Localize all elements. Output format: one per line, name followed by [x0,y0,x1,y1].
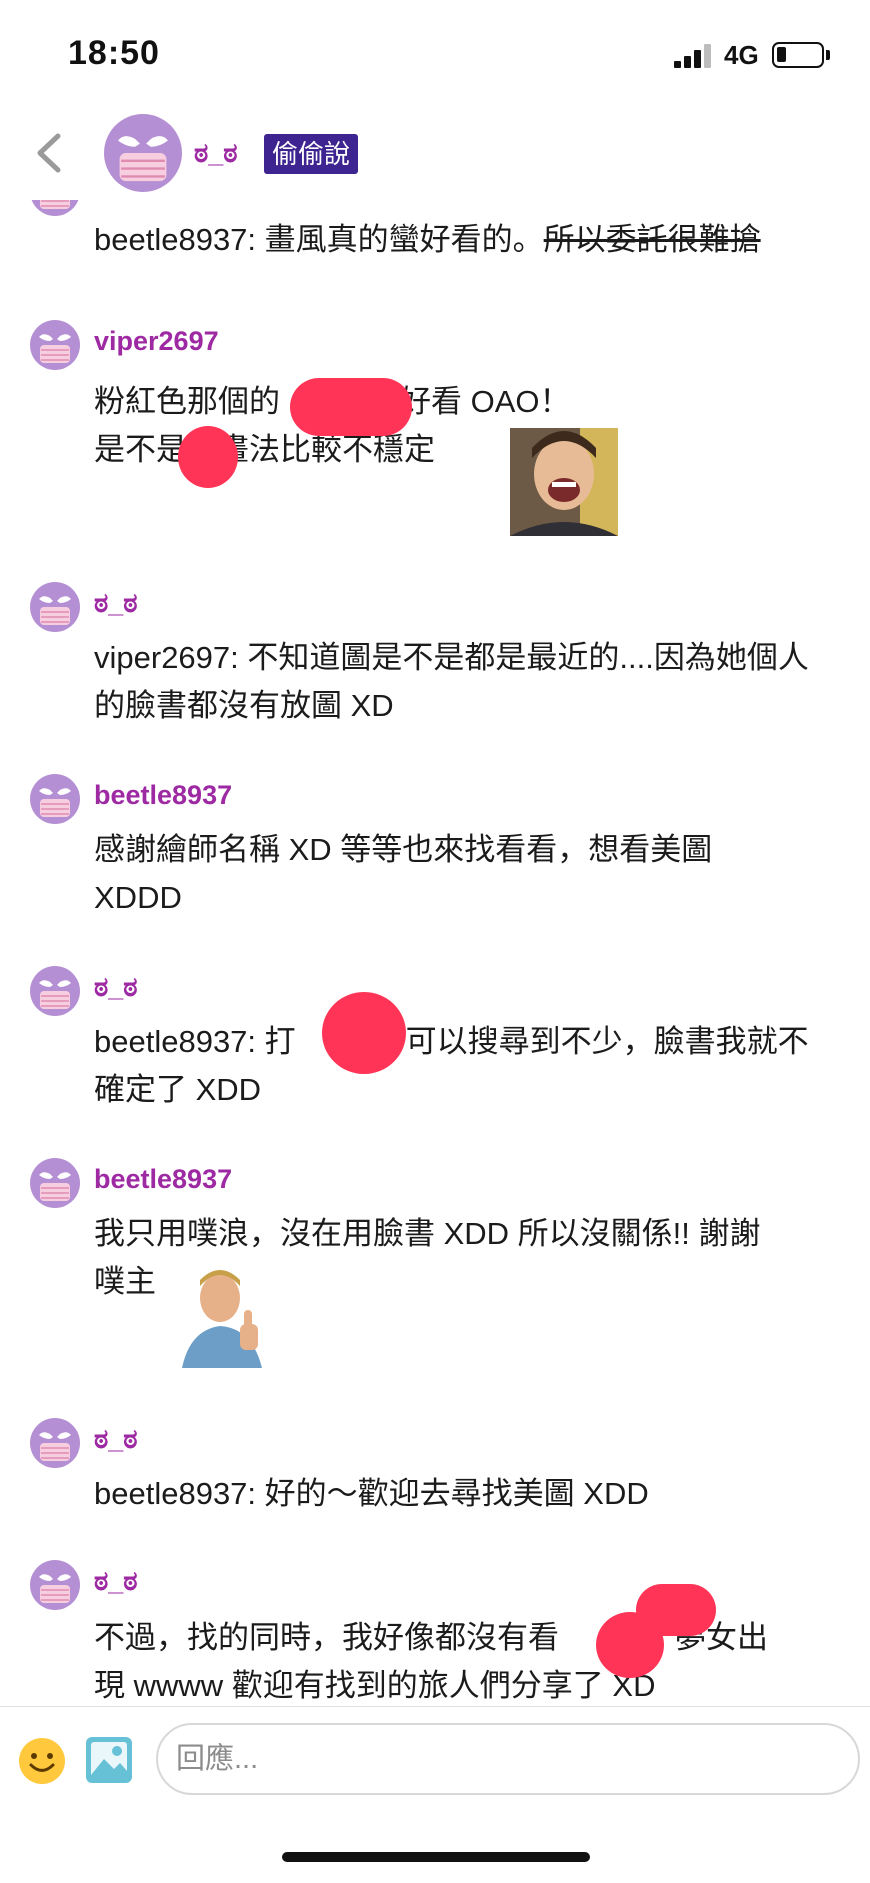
battery-icon [772,42,824,68]
message-text-plain: beetle8937: 畫風真的蠻好看的。 [94,222,544,257]
masked-face-icon[interactable] [30,582,80,632]
message-text-segment: 不過，找的同時，我好像都沒有看 [94,1620,559,1655]
back-button[interactable] [28,128,68,178]
battery-tip [826,50,830,60]
message-text: beetle8937: 好的～歡迎去尋找美圖 XDD [94,1476,649,1511]
message-text-segment: beetle8937: 打 [94,1024,296,1059]
thumbs-up-sticker[interactable] [176,1264,272,1368]
chat-header: ಠ_ಠ 偷偷說 [0,100,870,200]
laughing-man-sticker[interactable] [510,428,618,536]
message-text-line: 不過，找的同時，我好像都沒有看 夢女出 [94,1614,834,1662]
message-author[interactable]: beetle8937 [94,1164,232,1195]
chat-message: ಠ_ಠ beetle8937: 打 可以搜尋到不少，臉書我就不 確定了 XDD [0,966,870,1107]
message-text-line: 粉紅色那個的 好看 OAO！ [94,378,834,426]
chat-list[interactable]: ಠ_ಠ beetle8937: 畫風真的蠻好看的。所以委託很難搶 viper26… [0,192,870,1706]
masked-face-icon[interactable] [30,966,80,1016]
message-text-segment: 可以搜尋到不少，臉書我就不 [405,1024,809,1059]
message-text: viper2697: 不知道圖是不是都是最近的....因為她個人的臉書都沒有放圖… [94,640,809,723]
message-text: 感謝繪師名稱 XD 等等也來找看看，想看美圖 XDDD [94,832,713,915]
masked-face-icon[interactable] [104,114,182,192]
masked-face-icon[interactable] [30,1560,80,1610]
chat-message: viper2697 粉紅色那個的 好看 OAO！ 是不是的畫法比較不穩定 [0,320,870,620]
home-indicator[interactable] [282,1852,590,1862]
redaction-mark [322,992,406,1074]
chat-message: ಠ_ಠ beetle8937: 畫風真的蠻好看的。所以委託很難搶 [0,192,870,276]
status-bar: 18:50 4G [0,0,870,100]
message-author[interactable]: ಠ_ಠ [94,588,138,620]
message-author[interactable]: ಠ_ಠ [94,972,138,1004]
redaction-mark [290,378,412,436]
message-author[interactable]: beetle8937 [94,780,232,811]
header-name[interactable]: ಠ_ಠ [194,138,238,170]
message-author[interactable]: ಠ_ಠ [94,1424,138,1456]
message-text-segment: 粉紅色那個的 [94,384,280,419]
smiley-icon[interactable] [18,1737,66,1785]
message-text-line: 確定了 XDD [94,1072,262,1107]
signal-icon [674,44,712,68]
masked-face-icon[interactable] [30,774,80,824]
chat-message: ಠ_ಠ viper2697: 不知道圖是不是都是最近的....因為她個人的臉書都… [0,582,870,723]
masked-face-icon[interactable] [30,320,80,370]
masked-face-icon[interactable] [30,1158,80,1208]
chat-message: beetle8937 感謝繪師名稱 XD 等等也來找看看，想看美圖 XDDD [0,774,870,915]
message-text-segment: 是不是 [94,432,187,467]
network-type: 4G [724,40,759,70]
reply-input[interactable] [156,1723,860,1795]
chat-message: ಠ_ಠ beetle8937: 好的～歡迎去尋找美圖 XDD [0,1418,870,1518]
message-text-segment: 好看 OAO！ [400,384,571,419]
message-text-line: beetle8937: 打 可以搜尋到不少，臉書我就不 [94,1018,834,1066]
message-text-strikethrough: 所以委託很難搶 [543,222,761,257]
message-author[interactable]: ಠ_ಠ [94,1566,138,1598]
message-text-line: 現 wwww 歡迎有找到的旅人們分享了 XD [94,1668,656,1703]
reply-bar [0,1706,870,1806]
redaction-mark [178,426,238,488]
redaction-mark [636,1584,716,1636]
message-author[interactable]: viper2697 [94,326,219,357]
status-time: 18:50 [68,34,160,72]
chat-message: beetle8937 我只用噗浪，沒在用臉書 XDD 所以沒關係!! 謝謝 噗主 [0,1158,870,1378]
image-icon[interactable] [84,1735,134,1785]
message-text-line: 我只用噗浪，沒在用臉書 XDD 所以沒關係!! 謝謝 [94,1216,761,1251]
chevron-left-icon [37,133,61,173]
anonymous-badge: 偷偷說 [264,134,359,174]
chat-message: ಠ_ಠ 不過，找的同時，我好像都沒有看 夢女出 現 wwww 歡迎有找到的旅人們分… [0,1560,870,1706]
masked-face-icon[interactable] [30,1418,80,1468]
message-text: beetle8937: 畫風真的蠻好看的。所以委託很難搶 [94,216,834,264]
